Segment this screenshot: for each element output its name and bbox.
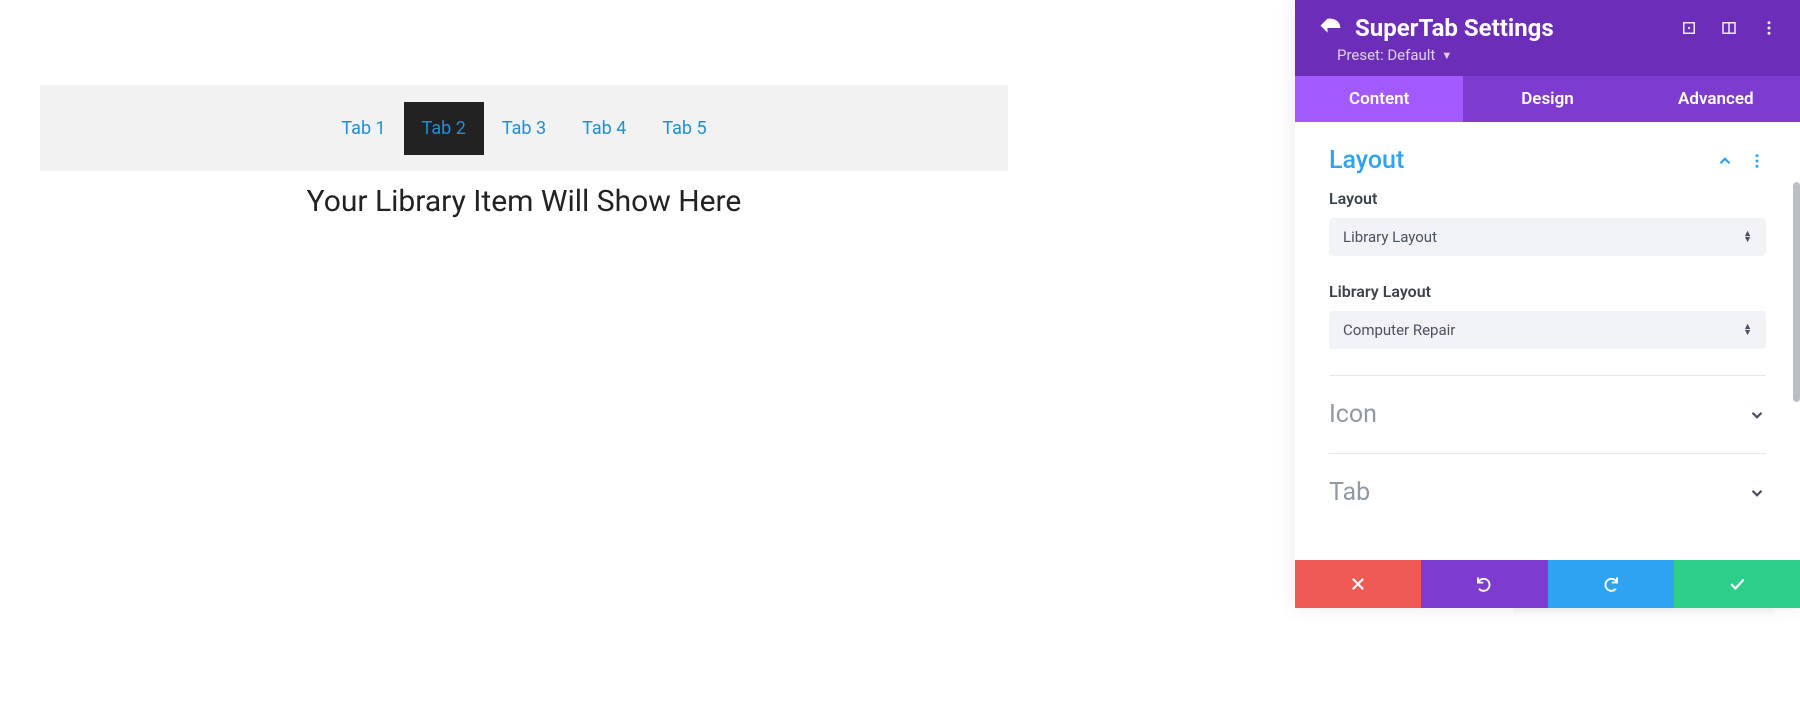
back-arrow-icon[interactable] (1317, 14, 1345, 42)
panel-tab-content[interactable]: Content (1295, 76, 1463, 122)
section-toggle-tab[interactable]: Tab (1329, 454, 1766, 521)
caret-down-icon: ▼ (1441, 49, 1452, 62)
select-library-layout[interactable]: Computer Repair ▲▼ (1329, 311, 1766, 349)
updown-icon: ▲▼ (1743, 324, 1752, 336)
panel-tab-advanced[interactable]: Advanced (1632, 76, 1800, 122)
preset-label: Preset: Default (1337, 46, 1435, 64)
updown-icon: ▲▼ (1743, 231, 1752, 243)
section-menu-icon[interactable] (1748, 152, 1766, 170)
preview-tab-2[interactable]: Tab 2 (404, 102, 484, 155)
panel-tab-design[interactable]: Design (1463, 76, 1631, 122)
expand-icon[interactable] (1680, 19, 1698, 37)
preview-tab-bar: Tab 1 Tab 2 Tab 3 Tab 4 Tab 5 (40, 85, 1008, 171)
settings-panel: SuperTab Settings Preset: Default ▼ Cont… (1295, 0, 1800, 608)
chevron-up-icon (1716, 152, 1734, 170)
preview-tab-5[interactable]: Tab 5 (644, 102, 724, 155)
panel-footer (1295, 560, 1800, 608)
save-button[interactable] (1674, 560, 1800, 608)
preview-tab-4[interactable]: Tab 4 (564, 102, 644, 155)
section-toggle-layout[interactable]: Layout (1329, 122, 1766, 189)
preview-tab-3[interactable]: Tab 3 (484, 102, 564, 155)
undo-button[interactable] (1421, 560, 1547, 608)
select-layout[interactable]: Library Layout ▲▼ (1329, 218, 1766, 256)
preview-tab-1[interactable]: Tab 1 (323, 102, 403, 155)
columns-icon[interactable] (1720, 19, 1738, 37)
section-toggle-icon[interactable]: Icon (1329, 376, 1766, 443)
panel-header: SuperTab Settings Preset: Default ▼ (1295, 0, 1800, 76)
select-layout-value: Library Layout (1343, 228, 1743, 246)
kebab-menu-icon[interactable] (1760, 19, 1778, 37)
preview-placeholder-text: Your Library Item Will Show Here (40, 184, 1008, 219)
preset-selector[interactable]: Preset: Default ▼ (1295, 46, 1800, 76)
field-label-library-layout: Library Layout (1329, 282, 1766, 301)
section-title-tab: Tab (1329, 478, 1748, 507)
field-label-layout: Layout (1329, 189, 1766, 208)
select-library-layout-value: Computer Repair (1343, 321, 1743, 339)
chevron-down-icon (1748, 406, 1766, 424)
section-title-icon: Icon (1329, 400, 1748, 429)
cancel-button[interactable] (1295, 560, 1421, 608)
panel-title: SuperTab Settings (1345, 14, 1680, 42)
scrollbar[interactable] (1793, 182, 1800, 402)
chevron-down-icon (1748, 484, 1766, 502)
section-title-layout: Layout (1329, 146, 1716, 175)
redo-button[interactable] (1548, 560, 1674, 608)
